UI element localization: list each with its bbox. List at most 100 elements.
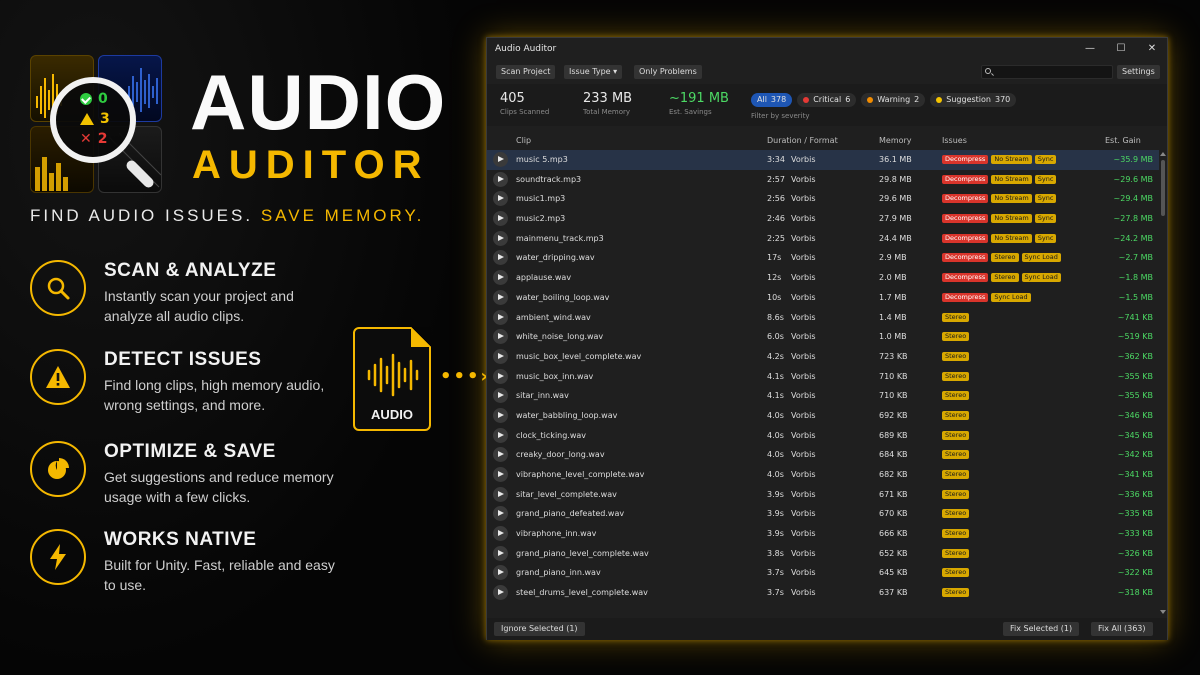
play-icon[interactable] — [493, 368, 508, 384]
play-icon[interactable] — [493, 152, 508, 167]
issue-tag: No Stream — [991, 174, 1032, 184]
table-row[interactable]: sitar_inn.wav 4.1s Vorbis 710 KB Stereo ~355 … — [487, 386, 1159, 406]
table-row[interactable]: applause.wav 12s Vorbis 2.0 MB Decompress Ste… — [487, 268, 1159, 288]
search-input[interactable] — [981, 65, 1113, 79]
col-issues[interactable]: Issues — [942, 136, 967, 145]
play-icon[interactable] — [493, 329, 508, 345]
play-icon[interactable] — [493, 506, 508, 522]
col-gain[interactable]: Est. Gain — [1105, 136, 1141, 145]
table-row[interactable]: sitar_level_complete.wav 3.9s Vorbis 671 KB… — [487, 485, 1159, 505]
fix-all-button[interactable]: Fix All (363) — [1091, 622, 1153, 636]
play-icon[interactable] — [493, 348, 508, 364]
table-row[interactable]: ambient_wind.wav 8.6s Vorbis 1.4 MB Stereo ~7… — [487, 308, 1159, 328]
clip-name: music 5.mp3 — [516, 155, 568, 164]
play-icon[interactable] — [493, 545, 508, 561]
play-icon[interactable] — [493, 289, 508, 305]
scroll-thumb[interactable] — [1161, 160, 1165, 216]
lightning-icon — [30, 529, 86, 585]
filter-all[interactable]: All 378 — [751, 93, 793, 107]
clip-memory: 684 KB — [879, 450, 908, 460]
clip-duration: 4.0s — [767, 470, 784, 479]
vertical-scrollbar[interactable] — [1159, 150, 1167, 616]
clip-memory: 36.1 MB — [879, 155, 912, 164]
table-row[interactable]: soundtrack.mp3 2:57 Vorbis 29.8 MB Decompres… — [487, 170, 1159, 190]
clip-memory: 29.6 MB — [879, 194, 912, 204]
issue-tag: Stereo — [991, 253, 1019, 263]
filter-suggestion[interactable]: Suggestion 370 — [930, 93, 1017, 107]
close-icon[interactable]: ✕ — [1145, 42, 1159, 56]
table-row[interactable]: music_box_level_complete.wav 4.2s Vorbis 72… — [487, 347, 1159, 367]
play-icon[interactable] — [493, 407, 508, 423]
clip-name: mainmenu_track.mp3 — [516, 233, 604, 243]
table-row[interactable]: white_noise_long.wav 6.0s Vorbis 1.0 MB Ster… — [487, 327, 1159, 347]
clip-memory: 710 KB — [879, 371, 908, 381]
play-icon[interactable] — [493, 270, 508, 286]
table-row[interactable]: vibraphone_level_complete.wav 4.0s Vorbis 6… — [487, 465, 1159, 485]
clip-format: Vorbis — [791, 332, 816, 342]
maximize-icon[interactable]: ☐ — [1114, 42, 1128, 56]
play-icon[interactable] — [493, 230, 508, 246]
issue-tags: Stereo — [942, 548, 970, 558]
table-row[interactable]: water_babbling_loop.wav 4.0s Vorbis 692 KB S… — [487, 406, 1159, 426]
table-row[interactable]: creaky_door_long.wav 4.0s Vorbis 684 KB Ster… — [487, 445, 1159, 465]
filter-critical[interactable]: Critical 6 — [797, 93, 857, 107]
issue-tag: Stereo — [942, 312, 970, 322]
play-icon[interactable] — [493, 526, 508, 542]
clip-name: grand_piano_defeated.wav — [516, 509, 625, 519]
issue-type-dropdown[interactable]: Issue Type ▾ — [564, 65, 623, 79]
table-row[interactable]: music 5.mp3 3:34 Vorbis 36.1 MB Decompress No… — [487, 150, 1159, 170]
table-row[interactable]: music_box_inn.wav 4.1s Vorbis 710 KB Stereo ~… — [487, 367, 1159, 387]
filter-warning[interactable]: Warning 2 — [861, 93, 926, 107]
play-icon[interactable] — [493, 388, 508, 404]
scan-project-button[interactable]: Scan Project — [496, 65, 556, 79]
table-row[interactable]: water_dripping.wav 17s Vorbis 2.9 MB Decompr… — [487, 248, 1159, 268]
warn-count: 3 — [100, 111, 110, 127]
issue-tag: Stereo — [942, 430, 970, 440]
table-row[interactable]: vibraphone_inn.wav 3.9s Vorbis 666 KB Stereo… — [487, 524, 1159, 544]
table-row[interactable]: clock_ticking.wav 4.0s Vorbis 689 KB Stereo ~… — [487, 426, 1159, 446]
table-row[interactable]: mainmenu_track.mp3 2:25 Vorbis 24.4 MB Decom… — [487, 229, 1159, 249]
magnifier-icon — [30, 260, 86, 316]
col-duration[interactable]: Duration / Format — [767, 136, 838, 145]
table-row[interactable]: steel_drums_level_complete.wav 3.7s Vorbis… — [487, 583, 1159, 603]
play-icon[interactable] — [493, 211, 508, 227]
issue-tag: Sync Load — [1021, 273, 1061, 283]
table-row[interactable]: grand_piano_defeated.wav 3.9s Vorbis 670 KB… — [487, 504, 1159, 524]
play-icon[interactable] — [493, 171, 508, 187]
play-icon[interactable] — [493, 467, 508, 482]
clip-format: Vorbis — [791, 588, 816, 598]
play-icon[interactable] — [493, 486, 508, 502]
clip-duration: 3.9s — [767, 529, 784, 539]
play-icon[interactable] — [493, 565, 508, 581]
issue-tags: Decompress No Stream Sync — [942, 194, 1057, 204]
play-icon[interactable] — [493, 447, 508, 463]
table-row[interactable]: music1.mp3 2:56 Vorbis 29.6 MB Decompress No … — [487, 189, 1159, 209]
clip-name: water_boiling_loop.wav — [516, 292, 610, 302]
only-problems-toggle[interactable]: Only Problems — [634, 65, 702, 79]
col-memory[interactable]: Memory — [879, 136, 912, 145]
warning-icon — [30, 349, 86, 405]
issue-tag: Stereo — [942, 489, 970, 499]
play-icon[interactable] — [493, 250, 508, 266]
table-row[interactable]: music2.mp3 2:46 Vorbis 27.9 MB Decompress No … — [487, 209, 1159, 229]
col-clip[interactable]: Clip — [516, 136, 531, 145]
est-gain: ~341 KB — [1117, 470, 1153, 479]
stat-savings: ~191 MB Est. Savings — [669, 91, 729, 116]
table-row[interactable]: grand_piano_inn.wav 3.7s Vorbis 645 KB Stere… — [487, 563, 1159, 583]
play-icon[interactable] — [493, 191, 508, 207]
footer-bar: Ignore Selected (1) Fix Selected (1) Fix… — [487, 618, 1167, 640]
play-icon[interactable] — [493, 427, 508, 443]
table-row[interactable]: grand_piano_level_complete.wav 3.8s Vorbis… — [487, 544, 1159, 564]
play-icon[interactable] — [493, 585, 508, 601]
est-gain: ~362 KB — [1117, 351, 1153, 361]
minimize-icon[interactable]: — — [1083, 42, 1097, 56]
critical-dot-icon — [803, 97, 810, 103]
issue-tags: Stereo — [942, 371, 970, 381]
issue-tags: Stereo — [942, 489, 970, 499]
settings-button[interactable]: Settings — [1117, 65, 1160, 79]
ignore-selected-button[interactable]: Ignore Selected (1) — [494, 622, 585, 636]
arrow-right-icon: •••› — [440, 366, 490, 387]
play-icon[interactable] — [493, 309, 508, 325]
table-row[interactable]: water_boiling_loop.wav 10s Vorbis 1.7 MB Dec… — [487, 288, 1159, 308]
fix-selected-button[interactable]: Fix Selected (1) — [1003, 622, 1080, 636]
